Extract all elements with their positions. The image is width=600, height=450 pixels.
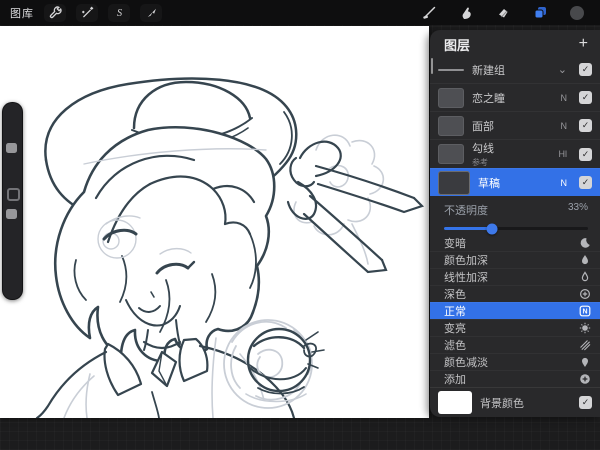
blend-mode-item[interactable]: 变亮 [430,319,600,336]
svg-text:N: N [582,309,587,316]
visibility-checkbox[interactable] [579,119,592,133]
opacity-slider-fill [444,227,492,231]
color-dodge-icon [582,357,588,368]
visibility-checkbox[interactable] [579,396,592,409]
linear-burn-icon [581,271,589,282]
background-color-swatch[interactable] [438,391,472,414]
blend-mode-item[interactable]: 深色 [430,285,600,302]
smudge-icon [462,7,471,19]
layer-row[interactable]: 勾线 参考 Hl [430,139,600,168]
brush-opacity-slider[interactable] [6,209,17,219]
blend-mode-item[interactable]: 线性加深 [430,268,600,285]
blend-mode-item[interactable]: 滤色 [430,336,600,353]
layer-thumbnail [438,87,464,108]
chevron-down-icon[interactable] [558,66,567,74]
svg-text:S: S [116,8,121,19]
layers-panel-header: 图层 + [430,30,600,56]
layer-thumbnail [438,170,470,195]
layer-list: 新建组 恋之瞳 N 面部 N 勾线参考 Hl [430,56,600,197]
moon-icon [580,238,590,248]
transform-arrow-icon [147,8,156,17]
opacity-section: 不透明度 33% [430,196,600,235]
add-plus-icon [580,374,590,384]
selection-button[interactable]: S [108,4,130,22]
lighten-sun-icon [579,322,591,334]
layer-thumbnail [438,144,464,165]
brush-sidebar [2,102,23,300]
background-color-row[interactable]: 背景颜色 [430,387,600,417]
modify-button[interactable] [6,188,20,201]
adjustments-wand-icon [81,6,93,18]
blend-mode-item[interactable]: 添加 [430,370,600,387]
normal-n-icon: N [579,305,591,317]
actions-wrench-button[interactable] [44,4,66,22]
opacity-label: 不透明度 [444,205,488,218]
opacity-value: 33% [567,202,588,214]
layer-row[interactable]: 面部 N [430,111,600,139]
selection-s-icon: S [116,8,121,19]
layer-row[interactable]: 恋之瞳 N [430,83,600,111]
panel-title: 图层 [444,37,471,53]
screen-hatch-icon [580,340,591,351]
gallery-button[interactable]: 图库 [10,5,34,21]
brush-size-slider[interactable] [6,143,17,153]
color-burn-icon [582,255,588,265]
color-swatch-icon [570,5,584,20]
blend-mode-letter[interactable]: Hl [559,149,568,159]
layers-panel: 图层 + 新建组 恋之瞳 N 面部 N [430,30,600,417]
smudge-tool-button[interactable] [455,4,477,22]
visibility-checkbox[interactable] [579,63,592,77]
eraser-icon [499,8,508,17]
adjustments-button[interactable] [76,4,98,22]
opacity-slider-thumb[interactable] [486,223,498,235]
add-layer-button[interactable]: + [579,36,588,52]
top-toolbar: 图库 S [0,0,600,25]
eraser-tool-button[interactable] [492,4,514,22]
wrench-icon [49,6,62,19]
blend-mode-letter[interactable]: N [561,178,568,188]
artwork-sketch [35,77,425,418]
group-stack-icon [438,68,464,71]
layer-row-group[interactable]: 新建组 [430,56,600,83]
reference-badge: 参考 [472,158,488,168]
drawing-canvas[interactable] [0,26,429,418]
transform-button[interactable] [140,4,162,22]
procreate-app: 图库 S 图层 + 新建组 ⌄ ✓ 恋之瞳 N ✓ 面部 N ✓ 勾线 参考 H… [0,0,600,450]
brush-tool-button[interactable] [418,4,440,22]
color-picker-button[interactable] [566,4,588,22]
layers-icon [534,7,546,19]
blend-mode-letter[interactable]: N [561,93,568,103]
blend-mode-item-selected[interactable]: 正常 N [430,302,600,320]
visibility-checkbox[interactable] [579,91,592,105]
opacity-slider[interactable] [444,223,588,235]
layer-row-selected[interactable]: 草稿 N [430,168,600,197]
blend-mode-letter[interactable]: N [561,121,568,131]
blend-mode-list: 变暗 颜色加深 线性加深 深色 正常 N 变亮 滤色 颜色减淡 添加 [430,235,600,387]
visibility-checkbox[interactable] [579,176,592,190]
brush-icon [422,6,435,19]
blend-mode-item[interactable]: 颜色减淡 [430,353,600,370]
layer-thumbnail [438,115,464,136]
blend-mode-item[interactable]: 颜色加深 [430,251,600,268]
layers-panel-button[interactable] [529,4,551,22]
darker-color-icon [579,289,591,300]
visibility-checkbox[interactable] [579,147,592,161]
blend-mode-item[interactable]: 变暗 [430,235,600,251]
